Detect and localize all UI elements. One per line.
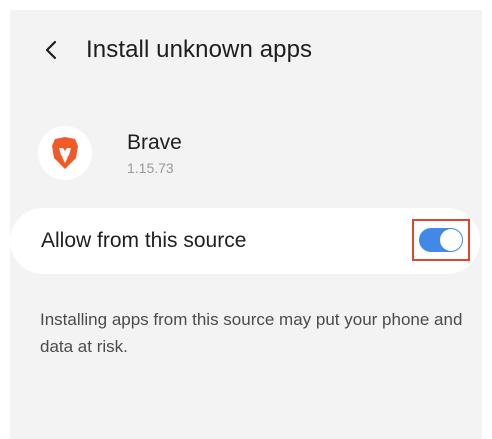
- chevron-left-icon: [45, 40, 57, 60]
- page-title: Install unknown apps: [86, 36, 313, 63]
- toggle-knob: [440, 229, 462, 251]
- app-text: Brave 1.15.73: [127, 130, 182, 176]
- app-info: Brave 1.15.73: [38, 123, 182, 183]
- app-version: 1.15.73: [127, 160, 174, 176]
- allow-source-setting[interactable]: Allow from this source: [10, 208, 480, 274]
- app-name: Brave: [127, 131, 182, 154]
- back-button[interactable]: [28, 30, 74, 70]
- allow-source-label: Allow from this source: [41, 229, 247, 252]
- brave-lion-icon: [38, 126, 92, 180]
- risk-warning: Installing apps from this source may put…: [40, 310, 463, 356]
- header: Install unknown apps: [10, 30, 482, 70]
- settings-screen: Install unknown apps Brave 1.15.73 Allow…: [10, 10, 482, 439]
- allow-source-toggle[interactable]: [419, 228, 463, 252]
- toggle-highlight-box: [412, 219, 470, 261]
